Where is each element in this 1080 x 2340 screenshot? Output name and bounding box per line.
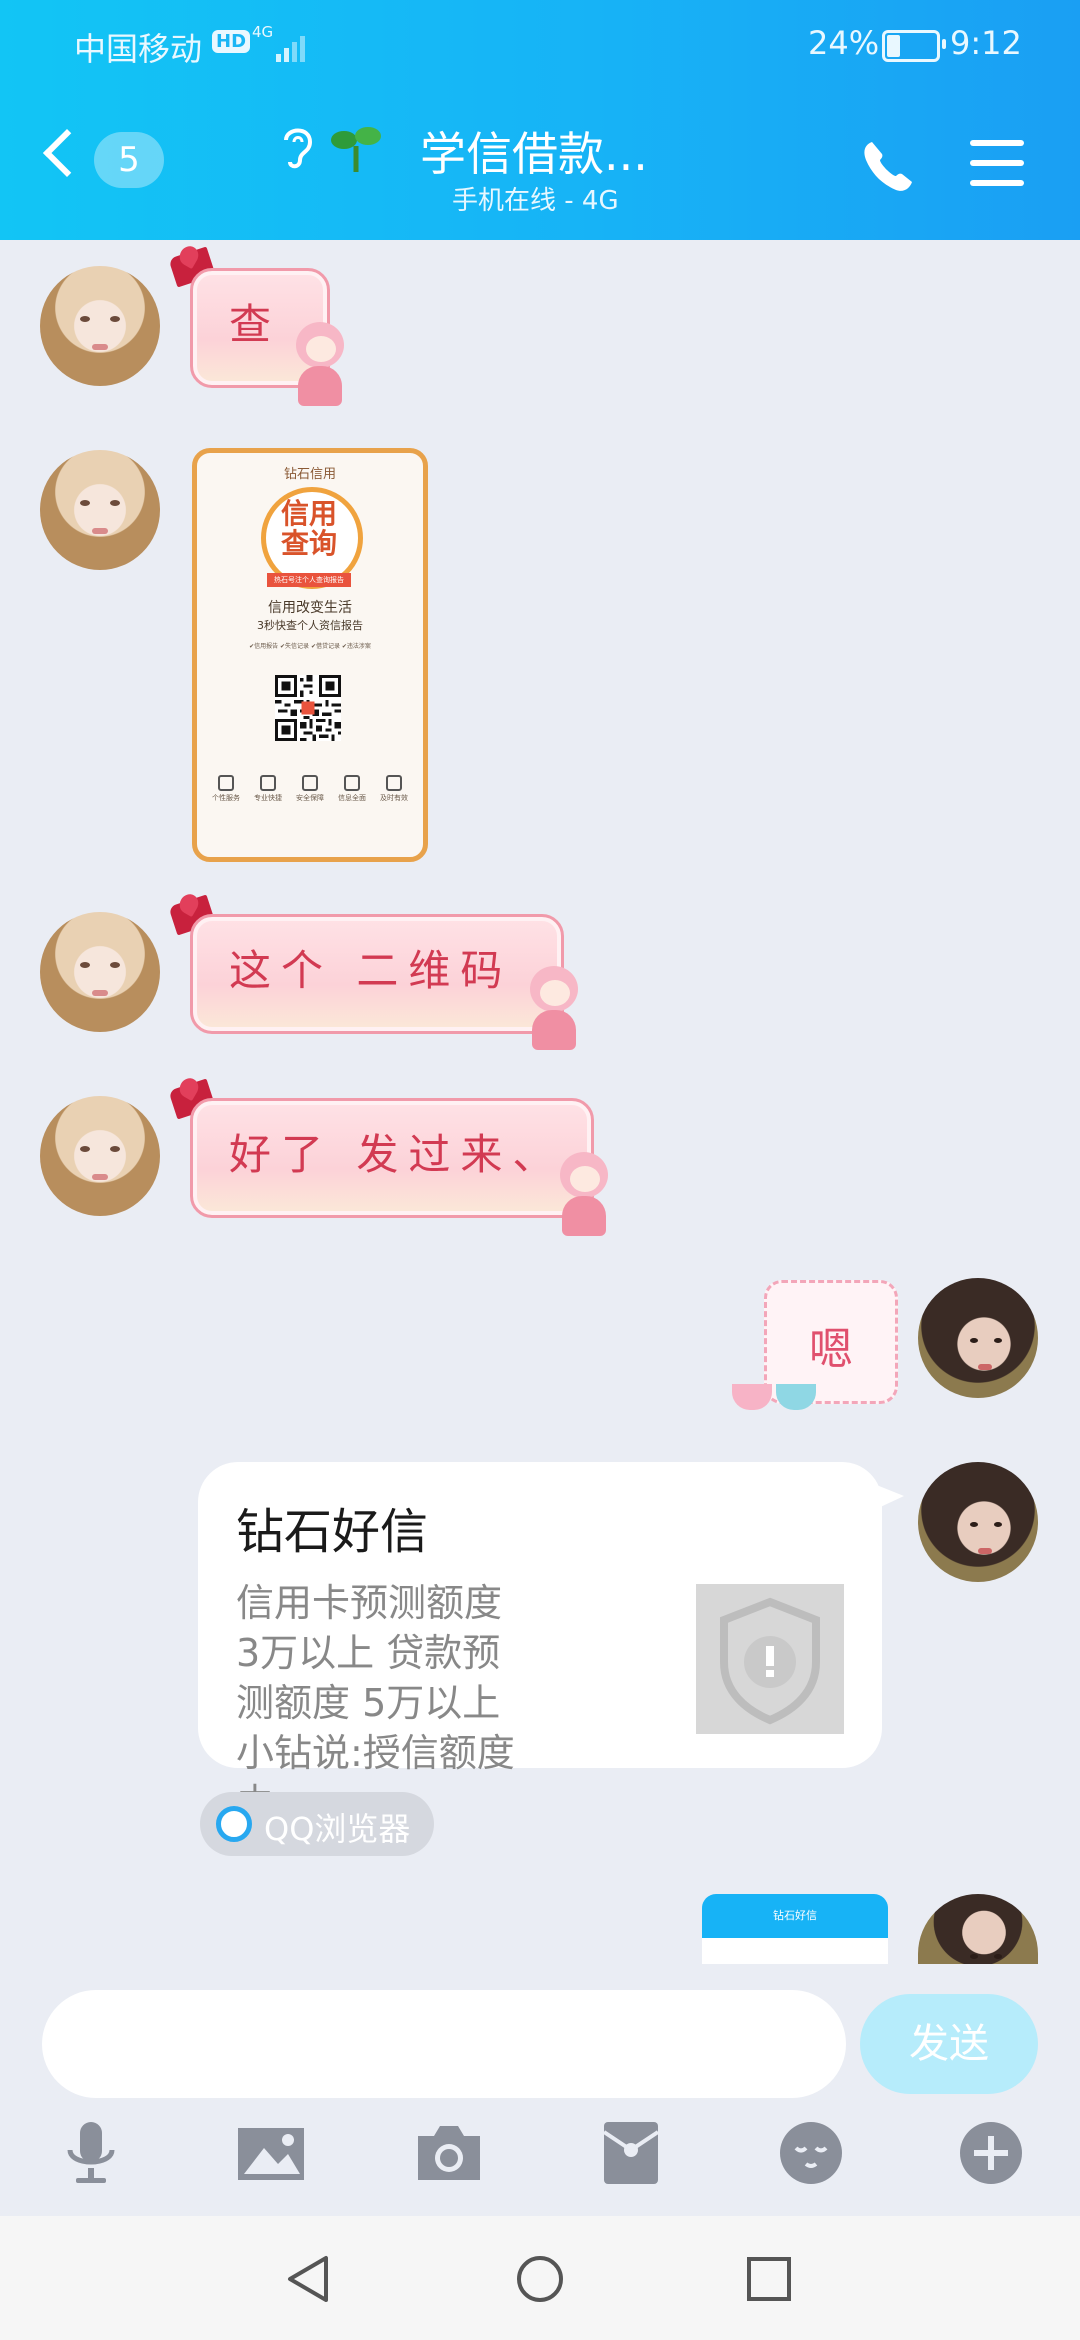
share-description: 信用卡预测额度 3万以上 贷款预测额度 5万以上 小钻说:授信额度由... (236, 1581, 515, 1825)
chat-header: 中国移动 HD 4G 24% 9:12 5 学信借款... 手机在线 - 4G (0, 0, 1080, 240)
carrier-name: 中国移动 (74, 30, 203, 68)
message-bubble[interactable]: 这个 二维码 (190, 914, 564, 1034)
nav-back-icon[interactable] (284, 2254, 334, 2304)
link-share-card[interactable]: 钻石好信 信用卡预测额度 3万以上 贷款预测额度 5万以上 小钻说:授信额度由.… (198, 1462, 904, 1825)
source-app-tag[interactable]: QQ浏览器 (200, 1792, 434, 1856)
avatar[interactable] (40, 266, 160, 386)
shield-icon (696, 1584, 844, 1734)
battery-icon (882, 30, 946, 62)
plus-icon[interactable] (956, 2118, 1026, 2188)
signal-icon (276, 34, 306, 62)
my-avatar[interactable] (918, 1462, 1038, 1582)
nav-recents-icon[interactable] (744, 2254, 794, 2304)
screenshot-title: 钻石好信 (702, 1894, 888, 1938)
image-message[interactable]: 钻石信用 信用查询 热石号注个人查询报告 信用改变生活 3秒快查个人资信报告 ✔… (192, 448, 428, 862)
back-button[interactable]: 5 (42, 128, 164, 198)
message-text: 好了 发过来、 (229, 1130, 565, 1179)
image-headline: 信用查询 (280, 497, 337, 560)
phone-icon[interactable] (858, 136, 918, 196)
avatar[interactable] (40, 450, 160, 570)
qr-code (275, 675, 341, 741)
toolbar (0, 2118, 1080, 2198)
my-avatar[interactable] (918, 1894, 1038, 1964)
message-text: 查 (229, 300, 282, 349)
ear-icon[interactable] (278, 122, 318, 183)
clock: 9:12 (950, 24, 1022, 62)
share-title: 钻石好信 (236, 1504, 429, 1560)
avatar[interactable] (40, 912, 160, 1032)
menu-icon[interactable] (970, 138, 1024, 188)
unread-count: 5 (94, 132, 164, 188)
image-feature-icons: 个性服务 专业快捷 安全保障 信息全面 及时有效 (205, 775, 415, 805)
message-bubble[interactable]: 好了 发过来、 (190, 1098, 594, 1218)
message-text: 这个 二维码 (229, 946, 513, 995)
image-tags: ✔信用报告 ✔失信记录 ✔借贷记录 ✔违法涉案 (249, 643, 371, 650)
image-slogan: 信用改变生活 (268, 600, 352, 616)
hd-badge: HD (212, 30, 251, 53)
my-avatar[interactable] (918, 1278, 1038, 1398)
status-bar: 中国移动 HD 4G 24% 9:12 (0, 0, 1080, 92)
image-subslogan: 3秒快查个人资信报告 (257, 619, 363, 632)
sprout-icon (330, 122, 384, 176)
chevron-left-icon (42, 128, 92, 178)
nav-home-icon[interactable] (515, 2254, 565, 2304)
image-ribbon: 热石号注个人查询报告 (267, 573, 351, 587)
battery-percent: 24% (808, 24, 880, 62)
cups-decoration (726, 1362, 826, 1410)
system-nav-bar (0, 2216, 1080, 2340)
mic-icon[interactable] (56, 2118, 126, 2188)
image-icon[interactable] (236, 2118, 306, 2188)
input-bar: 发送 (0, 1966, 1080, 2216)
chat-title[interactable]: 学信借款... (420, 118, 648, 184)
avatar[interactable] (40, 1096, 160, 1216)
send-button[interactable]: 发送 (860, 1994, 1038, 2094)
screenshot-message[interactable]: 钻石好信 (702, 1894, 888, 1964)
message-input[interactable] (42, 1990, 846, 2098)
red-packet-icon[interactable] (596, 2118, 666, 2188)
bubble-character-decoration (522, 966, 586, 1052)
bubble-character-decoration (288, 322, 352, 408)
image-brand: 钻石信用 (283, 467, 336, 482)
online-status: 手机在线 - 4G (452, 186, 619, 216)
emoji-icon[interactable] (776, 2118, 846, 2188)
source-app-label: QQ浏览器 (264, 1810, 411, 1848)
browser-logo-icon (216, 1806, 252, 1842)
network-type: 4G (252, 23, 274, 41)
camera-icon[interactable] (414, 2118, 484, 2188)
bubble-character-decoration (552, 1152, 616, 1238)
